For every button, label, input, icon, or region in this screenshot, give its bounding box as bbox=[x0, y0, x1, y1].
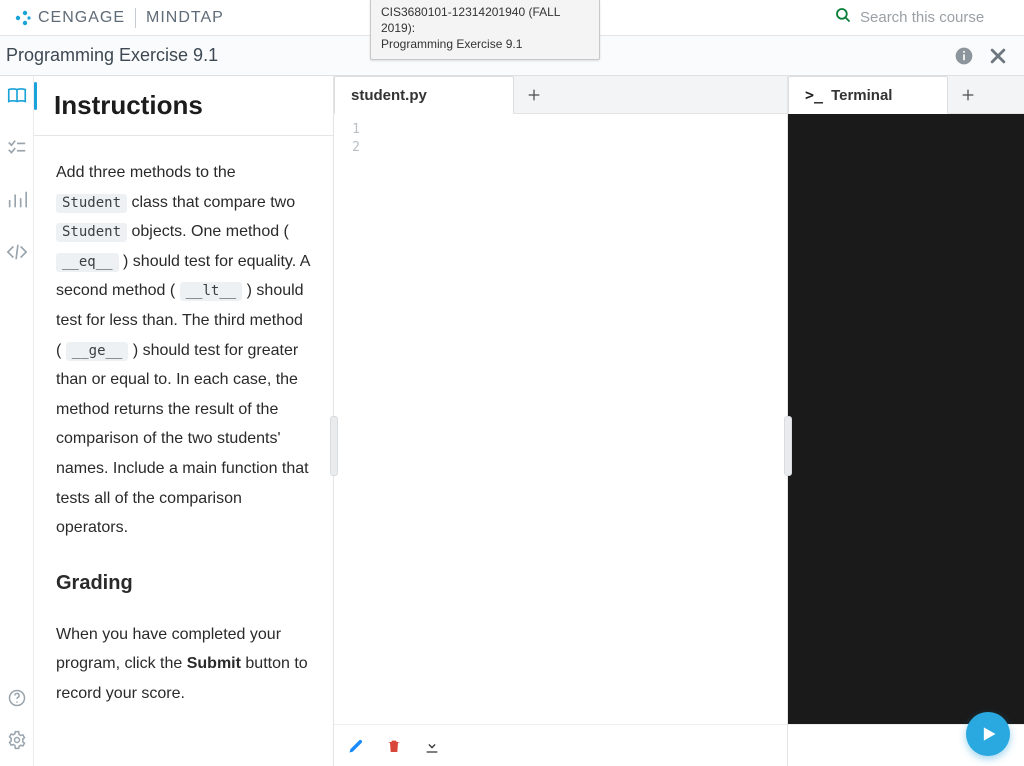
tooltip-line2: Programming Exercise 9.1 bbox=[381, 36, 589, 52]
terminal-prompt-icon: >_ bbox=[805, 86, 823, 104]
terminal-tabs: >_ Terminal bbox=[788, 76, 1024, 114]
course-tooltip: CIS3680101-12314201940 (FALL 2019): Prog… bbox=[370, 0, 600, 60]
grading-heading: Grading bbox=[56, 565, 311, 602]
terminal-column: >_ Terminal bbox=[788, 76, 1024, 766]
instructions-paragraph-2: When you have completed your program, cl… bbox=[56, 620, 311, 709]
left-rail bbox=[0, 76, 34, 766]
code-eq: __eq__ bbox=[56, 253, 119, 272]
splitter-editor-terminal[interactable] bbox=[784, 416, 792, 476]
editor-footer bbox=[334, 724, 787, 766]
terminal-tab-label: Terminal bbox=[831, 87, 892, 104]
editor-column: student.py 1 2 bbox=[334, 76, 788, 766]
run-button[interactable] bbox=[966, 712, 1010, 756]
terminal-new-tab-button[interactable] bbox=[948, 76, 988, 113]
submit-word: Submit bbox=[187, 655, 241, 672]
workspace: student.py 1 2 bbox=[334, 76, 1024, 766]
trash-icon[interactable] bbox=[386, 738, 402, 754]
code-lt: __lt__ bbox=[180, 282, 243, 301]
close-icon[interactable] bbox=[988, 46, 1008, 66]
brand-left: CENGAGE bbox=[38, 9, 125, 27]
cengage-logo-icon bbox=[14, 9, 32, 27]
rail-instructions-icon[interactable] bbox=[5, 84, 29, 108]
brand-separator bbox=[135, 8, 136, 28]
code-student-2: Student bbox=[56, 223, 127, 242]
search-wrap[interactable] bbox=[834, 6, 1010, 29]
tab-student-py[interactable]: student.py bbox=[334, 76, 514, 114]
instructions-body[interactable]: Add three methods to the Student class t… bbox=[34, 136, 333, 741]
download-icon[interactable] bbox=[424, 738, 440, 754]
search-icon bbox=[834, 6, 852, 29]
instructions-panel: Instructions Add three methods to the St… bbox=[34, 76, 334, 766]
editor-gutter: 1 2 bbox=[334, 114, 368, 724]
main: Instructions Add three methods to the St… bbox=[0, 76, 1024, 766]
editor-tabs: student.py bbox=[334, 76, 787, 114]
code-editor[interactable]: 1 2 bbox=[334, 114, 787, 724]
rail-analytics-icon[interactable] bbox=[5, 188, 29, 212]
instructions-header: Instructions bbox=[34, 76, 333, 136]
instructions-heading: Instructions bbox=[54, 90, 313, 121]
rail-settings-icon[interactable] bbox=[5, 728, 29, 752]
tab-terminal[interactable]: >_ Terminal bbox=[788, 76, 948, 114]
tab-label: student.py bbox=[351, 87, 427, 104]
instructions-paragraph-1: Add three methods to the Student class t… bbox=[56, 158, 311, 543]
page-title: Programming Exercise 9.1 bbox=[4, 45, 218, 66]
splitter-instructions-editor[interactable] bbox=[330, 416, 338, 476]
editor-new-tab-button[interactable] bbox=[514, 76, 554, 113]
info-icon[interactable] bbox=[954, 46, 974, 66]
rail-help-icon[interactable] bbox=[5, 686, 29, 710]
editor-code-area[interactable] bbox=[368, 114, 787, 724]
code-ge: __ge__ bbox=[66, 342, 129, 361]
search-input[interactable] bbox=[860, 9, 1010, 26]
code-student-1: Student bbox=[56, 194, 127, 213]
edit-icon[interactable] bbox=[348, 738, 364, 754]
tooltip-line1: CIS3680101-12314201940 (FALL 2019): bbox=[381, 4, 589, 36]
brand-right[interactable]: MINDTAP bbox=[146, 9, 224, 27]
terminal-area[interactable] bbox=[788, 114, 1024, 724]
rail-code-icon[interactable] bbox=[5, 240, 29, 264]
terminal-footer bbox=[788, 724, 1024, 766]
brand-logo[interactable]: CENGAGE bbox=[14, 9, 125, 27]
rail-checklist-icon[interactable] bbox=[5, 136, 29, 160]
